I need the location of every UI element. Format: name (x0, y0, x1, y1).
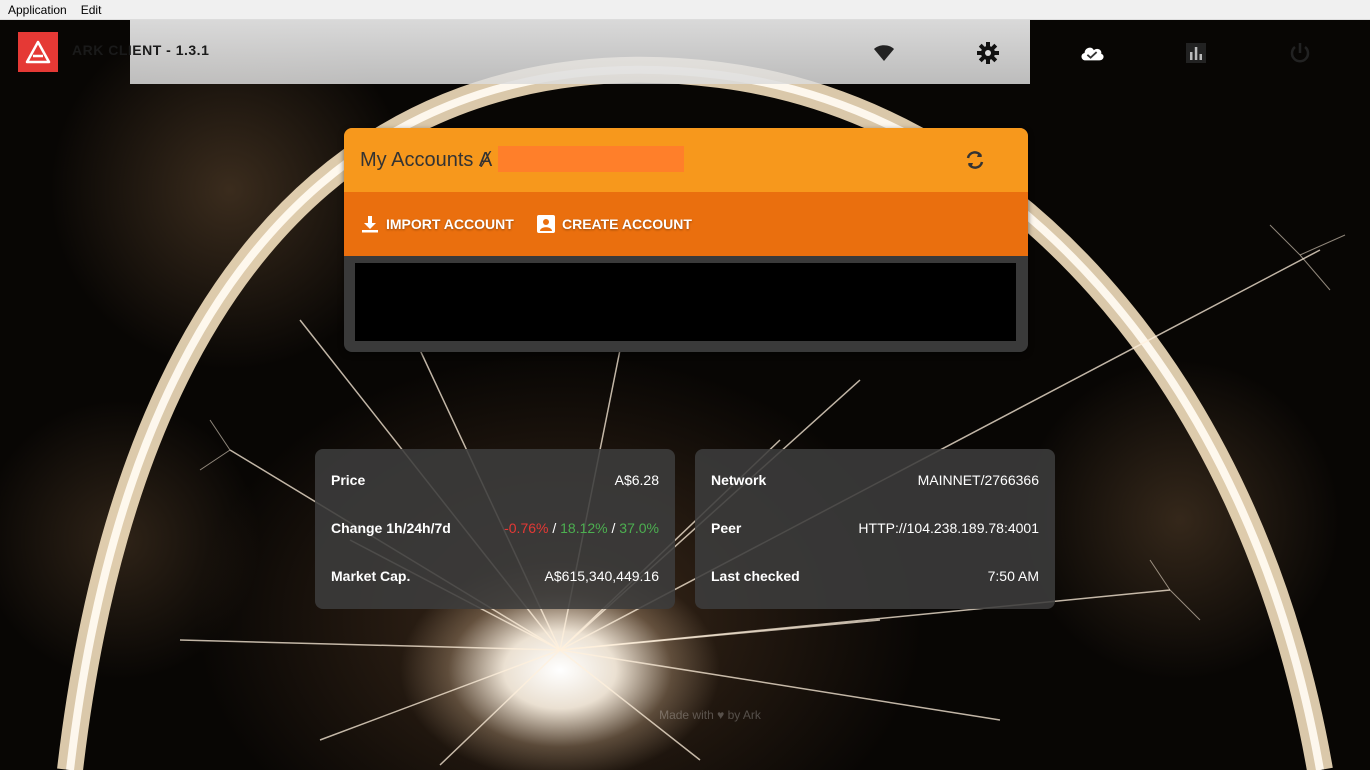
marketcap-value: A$615,340,449.16 (544, 568, 659, 584)
download-icon (360, 214, 380, 234)
footer-credit: Made with ♥ by Ark (659, 708, 761, 722)
network-value: MAINNET/2766366 (917, 472, 1039, 488)
power-icon[interactable] (1287, 40, 1313, 66)
accounts-title: My Accounts Ⱥ (360, 149, 493, 171)
last-checked-row: Last checked 7:50 AM (711, 566, 1039, 586)
marketcap-label: Market Cap. (331, 568, 411, 584)
change-label: Change 1h/24h/7d (331, 520, 451, 536)
peer-row: Peer HTTP://104.238.189.78:4001 (711, 518, 1039, 538)
last-checked-value: 7:50 AM (987, 568, 1039, 584)
change-row: Change 1h/24h/7d -0.76% / 18.12% / 37.0% (331, 518, 659, 538)
accounts-card: My Accounts Ⱥ IMPORT ACCOUNT CREATE ACCO… (344, 128, 1028, 352)
price-label: Price (331, 472, 366, 488)
network-label: Network (711, 472, 767, 488)
change-separator: / (548, 520, 561, 536)
accounts-list-redacted (355, 263, 1016, 341)
last-checked-label: Last checked (711, 568, 800, 584)
network-panel: Network MAINNET/2766366 Peer HTTP://104.… (695, 449, 1055, 609)
price-value: A$6.28 (614, 472, 659, 488)
gear-icon[interactable] (975, 40, 1001, 66)
menu-edit[interactable]: Edit (73, 0, 108, 20)
menu-bar: Application Edit (0, 0, 1370, 20)
change-values: -0.76% / 18.12% / 37.0% (504, 520, 659, 536)
wifi-icon[interactable] (871, 40, 897, 66)
change-separator: / (607, 520, 620, 536)
import-account-button[interactable]: IMPORT ACCOUNT (360, 212, 514, 236)
price-row: Price A$6.28 (331, 470, 659, 490)
create-account-button[interactable]: CREATE ACCOUNT (536, 212, 692, 236)
app-header: ARK CLIENT - 1.3.1 (0, 20, 1370, 84)
refresh-icon[interactable] (962, 147, 988, 173)
create-account-label: CREATE ACCOUNT (562, 216, 692, 232)
change-24h: 18.12% (560, 520, 608, 536)
import-account-label: IMPORT ACCOUNT (386, 216, 514, 232)
change-1h: -0.76% (504, 520, 549, 536)
accounts-actions-bar: IMPORT ACCOUNT CREATE ACCOUNT (344, 192, 1028, 256)
accounts-card-header: My Accounts Ⱥ (344, 128, 1028, 192)
marketcap-row: Market Cap. A$615,340,449.16 (331, 566, 659, 586)
account-box-icon (536, 214, 556, 234)
bar-chart-icon[interactable] (1183, 40, 1209, 66)
balance-redacted (498, 146, 684, 172)
peer-value[interactable]: HTTP://104.238.189.78:4001 (858, 520, 1039, 536)
cloud-check-icon[interactable] (1079, 40, 1105, 66)
market-panel: Price A$6.28 Change 1h/24h/7d -0.76% / 1… (315, 449, 675, 609)
menu-application[interactable]: Application (0, 0, 73, 20)
app-title: ARK CLIENT - 1.3.1 (72, 42, 210, 58)
network-row: Network MAINNET/2766366 (711, 470, 1039, 490)
ark-logo (18, 32, 58, 72)
ark-logo-icon (25, 40, 51, 64)
peer-label: Peer (711, 520, 742, 536)
change-7d: 37.0% (619, 520, 659, 536)
